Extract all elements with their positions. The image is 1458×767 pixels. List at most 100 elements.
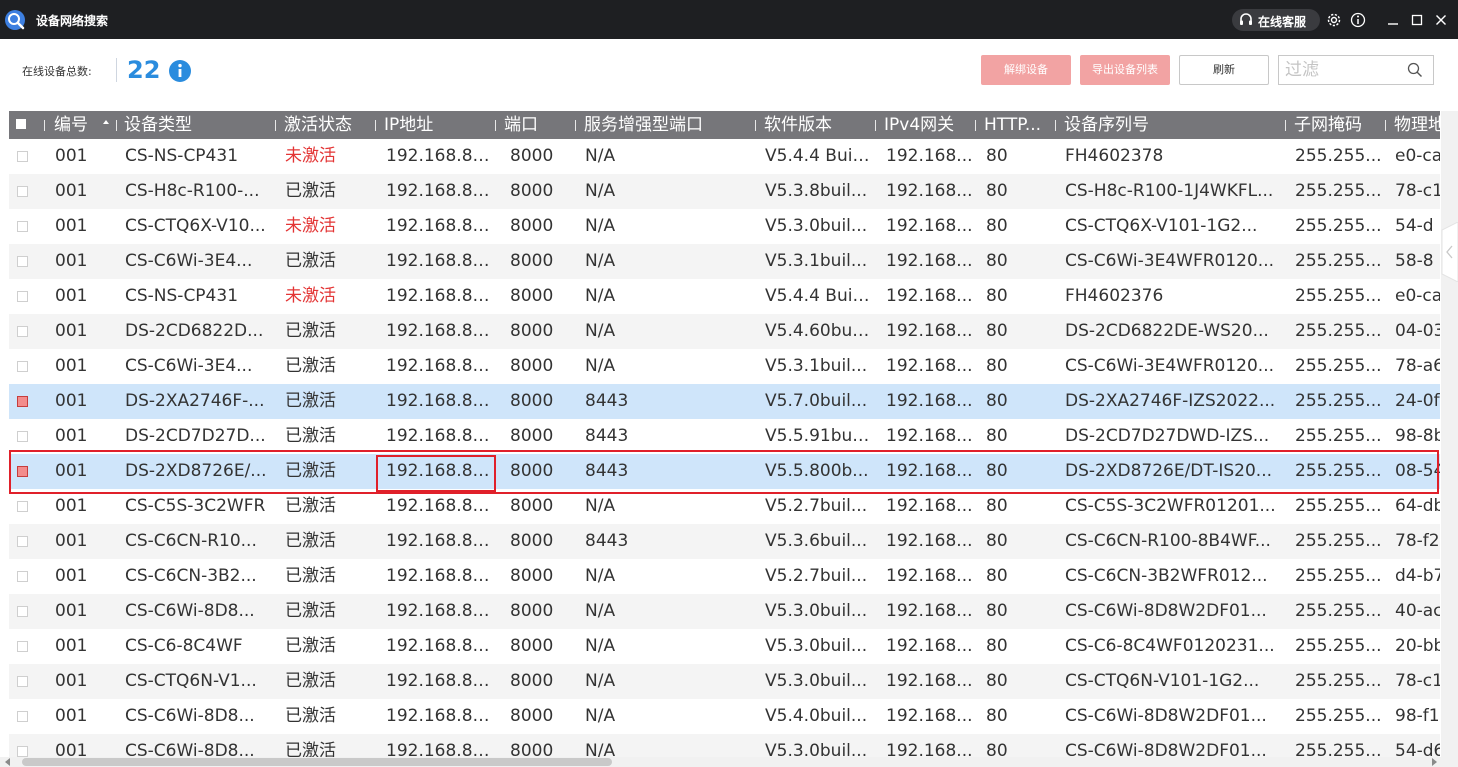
row-checkbox[interactable] <box>17 746 28 757</box>
row-checkbox[interactable] <box>17 571 28 582</box>
horizontal-scrollbar[interactable] <box>0 757 1458 767</box>
cell-subnet-mask: 255.255... <box>1295 496 1382 516</box>
row-checkbox[interactable] <box>17 361 28 372</box>
table-row[interactable]: 001 CS-C6CN-3B2... 已激活 192.168.8.... 8000 N/A… <box>9 559 1440 594</box>
column-header-serial[interactable]: 设备序列号 <box>1064 111 1284 139</box>
cell-serial-number: CS-C6Wi-8D8W2DF01... <box>1065 706 1267 726</box>
cell-port: 8000 <box>510 356 554 376</box>
cell-http-port: 80 <box>986 321 1008 341</box>
table-row[interactable]: 001 CS-C6CN-R10... 已激活 192.168.8.... 8000 844… <box>9 524 1440 559</box>
table-row[interactable]: 001 CS-C6Wi-8D8... 已激活 192.168.8.... 8000 N/A… <box>9 734 1440 757</box>
scroll-right-arrow-icon[interactable] <box>1428 757 1440 767</box>
info-icon[interactable] <box>168 59 192 83</box>
table-row[interactable]: 001 DS-2CD7D27D... 已激活 192.168.8.... 8000 844… <box>9 419 1440 454</box>
table-row[interactable]: 001 DS-2CD6822D... 已激活 192.168.8.... 8000 N/A… <box>9 314 1440 349</box>
column-header-ip-address[interactable]: IP地址 <box>384 111 494 139</box>
row-checkbox[interactable] <box>17 186 28 197</box>
cell-activation-status: 已激活 <box>285 321 336 341</box>
column-header-mac[interactable]: 物理地 <box>1394 111 1440 139</box>
table-row[interactable]: 001 CS-H8c-R100-... 已激活 192.168.8.... 8000 N/… <box>9 174 1440 209</box>
cell-mac-address: 54-d6 <box>1395 741 1440 757</box>
cell-id: 001 <box>55 636 88 656</box>
cell-ipv4-gateway: 192.168... <box>886 391 973 411</box>
table-row[interactable]: 001 CS-C6Wi-8D8... 已激活 192.168.8.... 8000 N/A… <box>9 699 1440 734</box>
column-header-ipv4-gateway[interactable]: IPv4网关 <box>884 111 974 139</box>
minimize-icon[interactable] <box>1384 11 1402 29</box>
cell-software-version: V5.2.7buil... <box>765 566 868 586</box>
row-checkbox[interactable] <box>17 256 28 267</box>
scroll-left-arrow-icon[interactable] <box>2 757 14 767</box>
row-checkbox[interactable] <box>17 221 28 232</box>
info-circle-icon[interactable] <box>1349 11 1367 29</box>
app-logo-icon <box>5 10 25 30</box>
row-checkbox[interactable] <box>17 536 28 547</box>
cell-software-version: V5.3.1buil... <box>765 251 868 271</box>
filter-input[interactable] <box>1285 58 1397 82</box>
cell-software-version: V5.2.7buil... <box>765 496 868 516</box>
cell-ip-address: 192.168.8.... <box>386 426 492 446</box>
column-header-enhanced-port[interactable]: 服务增强型端口 <box>584 111 754 139</box>
collapse-panel-handle[interactable] <box>1432 222 1458 282</box>
row-checkbox[interactable] <box>17 291 28 302</box>
table-row[interactable]: 001 DS-2XD8726E/... 已激活 192.168.8.... 8000 84… <box>9 454 1440 489</box>
sort-ascending-icon[interactable] <box>101 117 111 127</box>
table-row[interactable]: 001 CS-CTQ6X-V10... 未激活 192.168.8.... 8000 N/… <box>9 209 1440 244</box>
gear-icon[interactable] <box>1325 11 1343 29</box>
cell-enhanced-port: N/A <box>585 216 616 236</box>
column-header-http[interactable]: HTTP... <box>984 111 1059 139</box>
column-header-subnet-mask[interactable]: 子网掩码 <box>1294 111 1384 139</box>
filter-box <box>1278 55 1434 85</box>
cell-serial-number: CS-CTQ6N-V101-1G2... <box>1065 671 1260 691</box>
cell-http-port: 80 <box>986 391 1008 411</box>
row-checkbox[interactable] <box>17 711 28 722</box>
online-service-button[interactable]: 在线客服 <box>1232 9 1320 31</box>
cell-subnet-mask: 255.255... <box>1295 146 1382 166</box>
table-row[interactable]: 001 CS-CTQ6N-V1... 已激活 192.168.8.... 8000 N/A… <box>9 664 1440 699</box>
table-row[interactable]: 001 CS-C6Wi-3E4... 已激活 192.168.8.... 8000 N/A… <box>9 244 1440 279</box>
row-checkbox[interactable] <box>17 431 28 442</box>
cell-mac-address: 78-c1 <box>1395 671 1440 691</box>
row-checkbox[interactable] <box>17 326 28 337</box>
row-checkbox[interactable] <box>17 151 28 162</box>
cell-ip-address: 192.168.8.... <box>386 671 492 691</box>
column-header-software-version[interactable]: 软件版本 <box>764 111 874 139</box>
header-divider <box>1385 120 1386 131</box>
cell-serial-number: DS-2XA2746F-IZS2022... <box>1065 391 1276 411</box>
vertical-scrollbar[interactable] <box>1441 111 1458 757</box>
cell-enhanced-port: 8443 <box>585 531 629 551</box>
table-row[interactable]: 001 CS-C6Wi-8D8... 已激活 192.168.8.... 8000 N/A… <box>9 594 1440 629</box>
cell-activation-status: 未激活 <box>285 146 336 166</box>
column-header-device-type[interactable]: 设备类型 <box>124 111 274 139</box>
cell-ip-address: 192.168.8.... <box>386 321 492 341</box>
row-checkbox[interactable] <box>17 606 28 617</box>
cell-activation-status: 未激活 <box>285 216 336 236</box>
table-row[interactable]: 001 DS-2XA2746F-... 已激活 192.168.8.... 8000 84… <box>9 384 1440 419</box>
refresh-button[interactable]: 刷新 <box>1179 55 1269 85</box>
cell-port: 8000 <box>510 146 554 166</box>
select-all-checkbox[interactable] <box>16 119 26 129</box>
close-icon[interactable] <box>1432 11 1450 29</box>
cell-port: 8000 <box>510 601 554 621</box>
cell-enhanced-port: N/A <box>585 741 616 757</box>
column-header-activation-status[interactable]: 激活状态 <box>284 111 374 139</box>
cell-enhanced-port: N/A <box>585 706 616 726</box>
column-header-port[interactable]: 端口 <box>504 111 574 139</box>
table-row[interactable]: 001 CS-C5S-3C2WFR 已激活 192.168.8.... 8000 N/A V… <box>9 489 1440 524</box>
table-row[interactable]: 001 CS-C6-8C4WF 已激活 192.168.8.... 8000 N/A V5.… <box>9 629 1440 664</box>
horizontal-scroll-thumb[interactable] <box>22 758 612 766</box>
cell-http-port: 80 <box>986 566 1008 586</box>
row-checkbox[interactable] <box>17 676 28 687</box>
row-checkbox[interactable] <box>17 466 28 477</box>
column-header-id[interactable]: 编号 <box>54 111 102 139</box>
row-checkbox[interactable] <box>17 501 28 512</box>
cell-port: 8000 <box>510 391 554 411</box>
maximize-icon[interactable] <box>1408 11 1426 29</box>
search-icon[interactable] <box>1407 62 1423 78</box>
table-row[interactable]: 001 CS-NS-CP431 未激活 192.168.8.... 8000 N/A V5.… <box>9 279 1440 314</box>
table-row[interactable]: 001 CS-C6Wi-3E4... 已激活 192.168.8.... 8000 N/A… <box>9 349 1440 384</box>
row-checkbox[interactable] <box>17 641 28 652</box>
unbind-device-button[interactable]: 解绑设备 <box>981 55 1071 85</box>
export-device-list-button[interactable]: 导出设备列表 <box>1080 55 1170 85</box>
row-checkbox[interactable] <box>17 396 28 407</box>
table-row[interactable]: 001 CS-NS-CP431 未激活 192.168.8.... 8000 N/A V5.… <box>9 139 1440 174</box>
